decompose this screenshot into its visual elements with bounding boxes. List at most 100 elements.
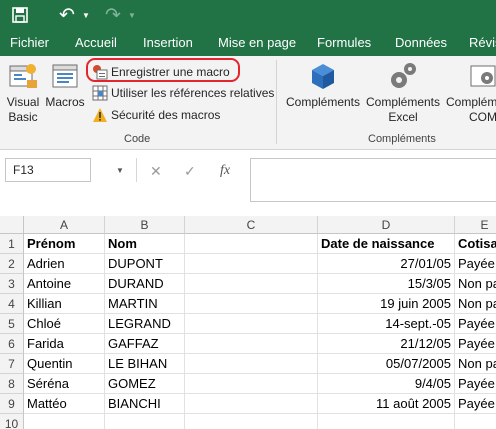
row-header[interactable]: 2 (0, 254, 24, 274)
cell-e8[interactable]: Payée (455, 374, 496, 394)
complements-excel-button[interactable]: Compléments Excel (364, 60, 442, 125)
column-header-e[interactable]: E (455, 216, 496, 234)
row-header[interactable]: 9 (0, 394, 24, 414)
redo-dropdown-icon[interactable]: ▼ (126, 4, 138, 26)
cell-b3[interactable]: DURAND (105, 274, 185, 294)
cell-a10[interactable] (24, 414, 105, 429)
cell-a3[interactable]: Antoine (24, 274, 105, 294)
row-header[interactable]: 1 (0, 234, 24, 254)
tab-fichier[interactable]: Fichier (10, 35, 49, 50)
cell-c8[interactable] (185, 374, 318, 394)
cell-b5[interactable]: LEGRAND (105, 314, 185, 334)
cell-d10[interactable] (318, 414, 455, 429)
formula-bar-separator (136, 158, 137, 182)
cell-c4[interactable] (185, 294, 318, 314)
row-header[interactable]: 3 (0, 274, 24, 294)
cell-b9[interactable]: BIANCHI (105, 394, 185, 414)
cell-d2[interactable]: 27/01/05 (318, 254, 455, 274)
cell-c6[interactable] (185, 334, 318, 354)
tab-accueil[interactable]: Accueil (75, 35, 117, 50)
cell-e3[interactable]: Non pa (455, 274, 496, 294)
column-header-a[interactable]: A (24, 216, 105, 234)
name-box[interactable]: F13 (5, 158, 91, 182)
row-header[interactable]: 4 (0, 294, 24, 314)
fx-icon[interactable]: fx (220, 163, 230, 179)
undo-icon[interactable]: ↶ (56, 4, 78, 26)
cell-e10[interactable] (455, 414, 496, 429)
macros-label: Macros (45, 95, 85, 109)
cell-e2[interactable]: Payée (455, 254, 496, 274)
row-header[interactable]: 10 (0, 414, 24, 429)
cell-d6[interactable]: 21/12/05 (318, 334, 455, 354)
cell-b7[interactable]: LE BIHAN (105, 354, 185, 374)
cell-d8[interactable]: 9/4/05 (318, 374, 455, 394)
macro-security-button[interactable]: Sécurité des macros (92, 106, 220, 124)
tab-donnees[interactable]: Données (395, 35, 447, 50)
column-header-d[interactable]: D (318, 216, 455, 234)
formula-input[interactable] (250, 158, 496, 202)
cell-b1[interactable]: Nom (105, 234, 185, 254)
cell-b2[interactable]: DUPONT (105, 254, 185, 274)
cell-c5[interactable] (185, 314, 318, 334)
excel-window: ↶ ▼ ↷ ▼ Fichier Accueil Insertion Mise e… (0, 0, 496, 429)
macros-button[interactable]: Macros (45, 60, 85, 110)
complements-com-button[interactable]: Compléments COM (444, 60, 496, 125)
cell-e6[interactable]: Payée (455, 334, 496, 354)
cell-b4[interactable]: MARTIN (105, 294, 185, 314)
row-header[interactable]: 6 (0, 334, 24, 354)
tab-formules[interactable]: Formules (317, 35, 371, 50)
cube-icon (312, 64, 334, 89)
column-header-b[interactable]: B (105, 216, 185, 234)
visual-basic-button[interactable]: Visual Basic (4, 60, 42, 125)
enter-icon[interactable]: ✓ (184, 163, 196, 180)
cell-a4[interactable]: Killian (24, 294, 105, 314)
cell-c3[interactable] (185, 274, 318, 294)
cell-a5[interactable]: Chloé (24, 314, 105, 334)
save-icon[interactable] (8, 4, 32, 26)
cell-e7[interactable]: Non pa (455, 354, 496, 374)
cell-e1[interactable]: Cotisat (455, 234, 496, 254)
cell-c2[interactable] (185, 254, 318, 274)
cell-c1[interactable] (185, 234, 318, 254)
cell-b6[interactable]: GAFFAZ (105, 334, 185, 354)
tab-insertion[interactable]: Insertion (143, 35, 193, 50)
cell-e4[interactable]: Non pa (455, 294, 496, 314)
cell-a1[interactable]: Prénom (24, 234, 105, 254)
row-header[interactable]: 8 (0, 374, 24, 394)
relative-references-icon (92, 85, 108, 101)
cell-d3[interactable]: 15/3/05 (318, 274, 455, 294)
cell-d4[interactable]: 19 juin 2005 (318, 294, 455, 314)
relative-references-button[interactable]: Utiliser les références relatives (92, 84, 274, 102)
complements-button[interactable]: Compléments (284, 60, 362, 110)
select-all-corner[interactable] (0, 216, 24, 234)
cell-a2[interactable]: Adrien (24, 254, 105, 274)
macros-icon (52, 64, 78, 88)
cell-a8[interactable]: Séréna (24, 374, 105, 394)
cell-c7[interactable] (185, 354, 318, 374)
cell-d1[interactable]: Date de naissance (318, 234, 455, 254)
complements-excel-label-1: Compléments (365, 95, 441, 109)
cell-d7[interactable]: 05/07/2005 (318, 354, 455, 374)
row-header[interactable]: 7 (0, 354, 24, 374)
cell-a6[interactable]: Farida (24, 334, 105, 354)
cancel-icon[interactable]: ✕ (150, 163, 162, 180)
cell-d9[interactable]: 11 août 2005 (318, 394, 455, 414)
visual-basic-icon (9, 64, 37, 88)
cell-e9[interactable]: Payée (455, 394, 496, 414)
cell-b8[interactable]: GOMEZ (105, 374, 185, 394)
cell-d5[interactable]: 14-sept.-05 (318, 314, 455, 334)
cell-a7[interactable]: Quentin (24, 354, 105, 374)
cell-b10[interactable] (105, 414, 185, 429)
row-header[interactable]: 5 (0, 314, 24, 334)
cell-c9[interactable] (185, 394, 318, 414)
tab-mise-en-page[interactable]: Mise en page (218, 35, 296, 50)
cell-a9[interactable]: Mattéo (24, 394, 105, 414)
cell-e5[interactable]: Payée (455, 314, 496, 334)
column-header-c[interactable]: C (185, 216, 318, 234)
macro-security-label: Sécurité des macros (111, 108, 221, 122)
tab-revision[interactable]: Révis (469, 35, 496, 50)
cell-c10[interactable] (185, 414, 318, 429)
undo-dropdown-icon[interactable]: ▼ (80, 4, 92, 26)
redo-icon[interactable]: ↷ (102, 4, 124, 26)
name-box-dropdown-icon[interactable]: ▼ (116, 166, 124, 175)
